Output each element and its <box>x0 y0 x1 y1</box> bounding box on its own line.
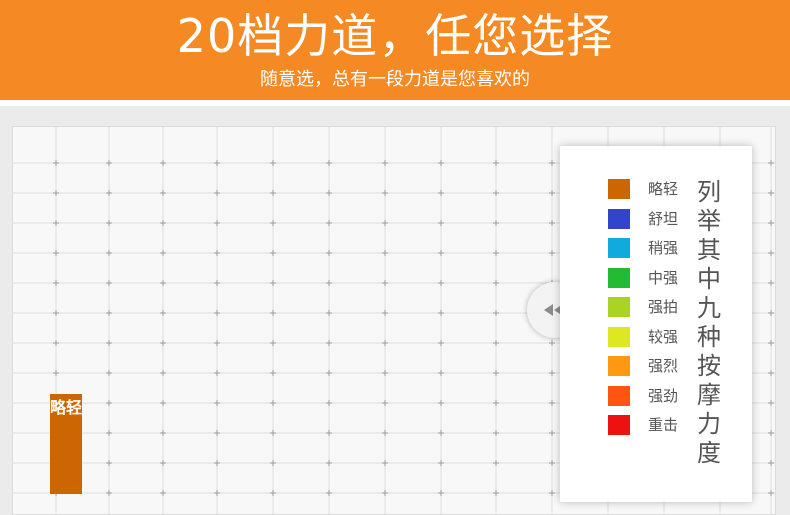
legend-item: 强烈 <box>608 356 698 378</box>
legend-label: 中强 <box>648 268 679 287</box>
legend-swatch <box>608 238 630 258</box>
legend-label: 重击 <box>648 416 679 434</box>
legend-label: 稍强 <box>648 239 679 257</box>
legend-swatch <box>608 208 630 229</box>
legend-swatch <box>608 415 630 435</box>
legend-label: 强拍 <box>648 298 679 316</box>
legend-item: 强拍 <box>608 297 698 319</box>
legend-label: 强烈 <box>648 357 679 375</box>
legend-swatch <box>608 267 630 288</box>
legend-label: 较强 <box>648 327 679 346</box>
banner-subtitle: 随意选，总有一段力道是您喜欢的 <box>260 69 530 90</box>
legend-caption: 列举其中九种按摩力度 <box>697 178 721 467</box>
legend-item: 舒坦 <box>608 208 698 231</box>
legend-swatch <box>608 297 630 317</box>
current-level-label: 略轻 <box>50 398 83 417</box>
legend-swatch <box>608 179 630 199</box>
legend-item: 重击 <box>608 415 698 437</box>
legend-item: 较强 <box>608 326 698 349</box>
legend-swatch <box>608 356 630 376</box>
legend-swatch <box>608 385 630 406</box>
legend-item: 中强 <box>608 267 698 290</box>
legend-swatch <box>608 326 630 347</box>
legend-label: 略轻 <box>648 180 679 198</box>
legend-item: 稍强 <box>608 238 698 260</box>
legend-label: 舒坦 <box>648 209 679 228</box>
legend-label: 强劲 <box>648 386 679 405</box>
current-level-bar: 略轻 <box>50 394 82 494</box>
legend-item: 略轻 <box>608 179 698 201</box>
banner: 20档力道，任您选择 随意选，总有一段力道是您喜欢的 <box>0 0 790 100</box>
legend-item: 强劲 <box>608 385 698 408</box>
banner-title: 20档力道，任您选择 <box>176 9 614 63</box>
legend-panel: 略轻舒坦稍强中强强拍较强强烈强劲重击 列举其中九种按摩力度 <box>560 146 752 502</box>
